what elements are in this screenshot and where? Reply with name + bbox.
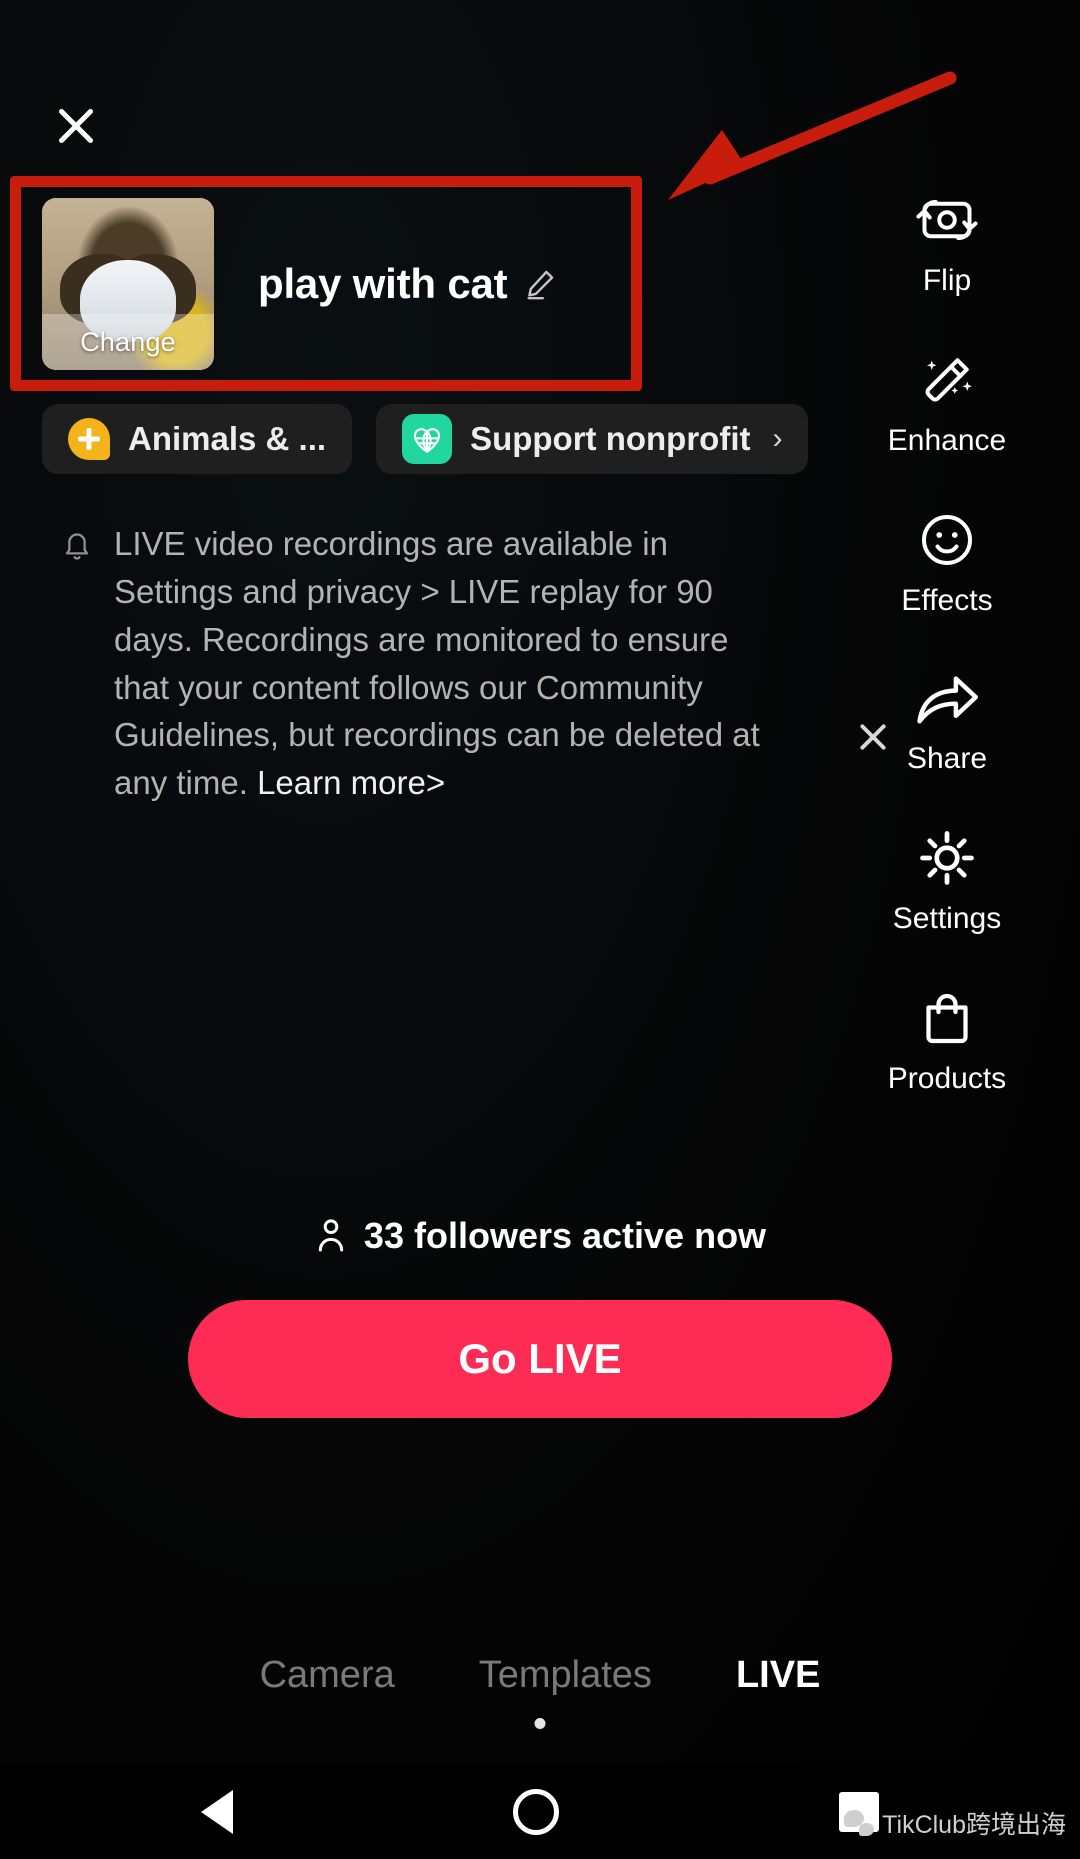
active-tab-indicator	[534, 1718, 546, 1729]
chip-label: Support nonprofit	[470, 420, 751, 457]
gear-icon	[920, 831, 974, 885]
topic-chip-row: Animals & ... Support nonprofit ›	[42, 404, 809, 474]
live-title-group[interactable]: play with cat	[258, 260, 557, 308]
action-rail: Flip Enhance Effects Share Settings Prod…	[852, 190, 1042, 1096]
chip-label: Animals & ...	[128, 420, 327, 457]
rail-label: Enhance	[887, 424, 1007, 457]
person-icon	[318, 1219, 344, 1252]
rail-item-enhance[interactable]: Enhance	[888, 350, 1006, 458]
annotation-arrow	[668, 71, 957, 200]
back-button-icon[interactable]	[201, 1789, 233, 1834]
live-replay-notice: LIVE video recordings are available in S…	[60, 520, 760, 807]
notice-text: LIVE video recordings are available in S…	[114, 520, 760, 807]
watermark: TikClub跨境出海	[844, 1805, 1066, 1841]
rail-label: Effects	[901, 584, 993, 617]
rail-item-flip[interactable]: Flip	[914, 190, 980, 298]
watermark-text: TikClub跨境出海	[882, 1811, 1066, 1839]
chip-topic-animals[interactable]: Animals & ...	[42, 404, 353, 474]
live-title-row[interactable]: Change play with cat	[42, 198, 602, 370]
go-live-button[interactable]: Go LIVE	[188, 1300, 892, 1418]
home-button-icon[interactable]	[513, 1788, 559, 1835]
wechat-icon	[844, 1810, 875, 1836]
rail-label: Flip	[922, 264, 972, 297]
change-cover-label[interactable]: Change	[42, 314, 214, 370]
bell-icon	[65, 533, 89, 560]
tab-templates[interactable]: Templates	[479, 1654, 652, 1697]
rail-item-effects[interactable]: Effects	[901, 510, 993, 618]
learn-more-link[interactable]: Learn more>	[257, 764, 445, 801]
rail-label: Settings	[892, 902, 1002, 935]
share-arrow-icon	[917, 676, 978, 724]
notice-body: LIVE video recordings are available in S…	[114, 525, 760, 802]
smiley-face-icon	[921, 515, 972, 565]
close-icon[interactable]	[48, 98, 104, 154]
cat-nose	[124, 304, 135, 313]
pencil-icon[interactable]	[523, 267, 557, 301]
tab-live[interactable]: LIVE	[736, 1654, 820, 1697]
rail-item-products[interactable]: Products	[888, 988, 1006, 1096]
tab-camera[interactable]: Camera	[260, 1654, 395, 1697]
live-setup-screen: Change play with cat Animals & ... Suppo…	[0, 0, 1080, 1859]
animals-topic-icon	[68, 418, 110, 460]
rail-item-settings[interactable]: Settings	[893, 828, 1001, 936]
live-title-text: play with cat	[258, 260, 508, 307]
rail-item-share[interactable]: Share	[907, 670, 987, 776]
rail-label: Products	[887, 1062, 1007, 1095]
shopping-bag-icon	[926, 993, 968, 1044]
live-cover-thumbnail[interactable]: Change	[42, 198, 214, 370]
chip-support-nonprofit[interactable]: Support nonprofit ›	[376, 404, 809, 474]
flip-camera-icon	[916, 200, 978, 240]
rail-label: Share	[906, 742, 988, 775]
followers-text: 33 followers active now	[363, 1215, 767, 1256]
cat-eyes	[86, 280, 170, 309]
magic-wand-icon	[925, 358, 972, 402]
nonprofit-globe-heart-icon	[402, 414, 453, 464]
mode-tabs: Camera Templates LIVE	[0, 1640, 1080, 1710]
followers-active-row: 33 followers active now	[0, 1215, 1080, 1257]
chevron-right-icon: ›	[772, 422, 783, 455]
